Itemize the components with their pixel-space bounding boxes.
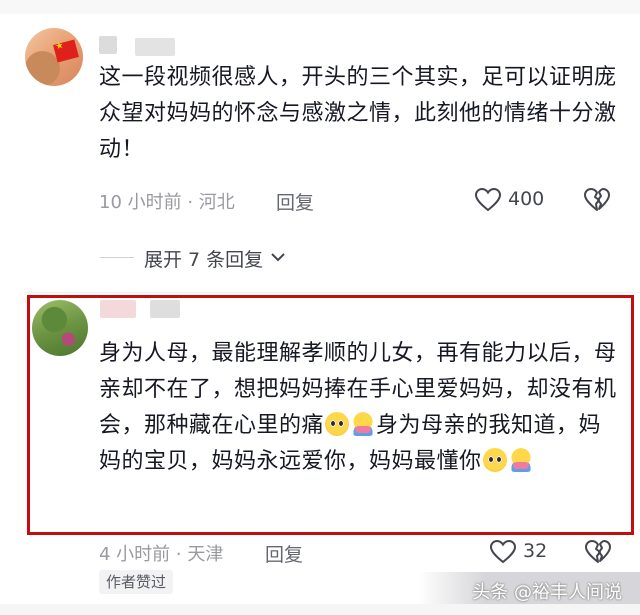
reply-button[interactable]: 回复 [265,540,303,567]
commenter-avatar[interactable] [25,28,83,86]
comment-meta: 4 小时前 · 天津 [99,544,224,565]
expand-divider [100,257,134,258]
username-redacted [135,38,175,56]
like-count: 32 [523,540,548,562]
username-redacted [99,36,117,54]
author-liked-badge: 作者赞过 [99,570,174,594]
bottom-strip [0,604,640,615]
heart-outline-icon[interactable] [489,539,517,564]
watermark: 头条 @裕丰人间说 [472,582,622,603]
like-count: 400 [508,188,545,210]
comment-meta: 10 小时前 · 河北 [99,192,235,213]
comment-divider [25,292,640,293]
top-strip [0,0,640,14]
comment-text: 这一段视频很感人，开头的三个其实，足可以证明庞众望对妈妈的怀念与感激之情，此刻他… [99,65,617,162]
chevron-down-icon[interactable] [270,249,286,269]
heart-outline-icon[interactable] [474,187,502,212]
expand-replies-button[interactable]: 展开 7 条回复 [144,245,263,272]
flag-icon [53,39,79,63]
reply-button[interactable]: 回复 [276,188,314,215]
highlight-box [27,295,634,535]
broken-heart-icon[interactable] [585,540,611,564]
broken-heart-icon[interactable] [584,188,610,212]
